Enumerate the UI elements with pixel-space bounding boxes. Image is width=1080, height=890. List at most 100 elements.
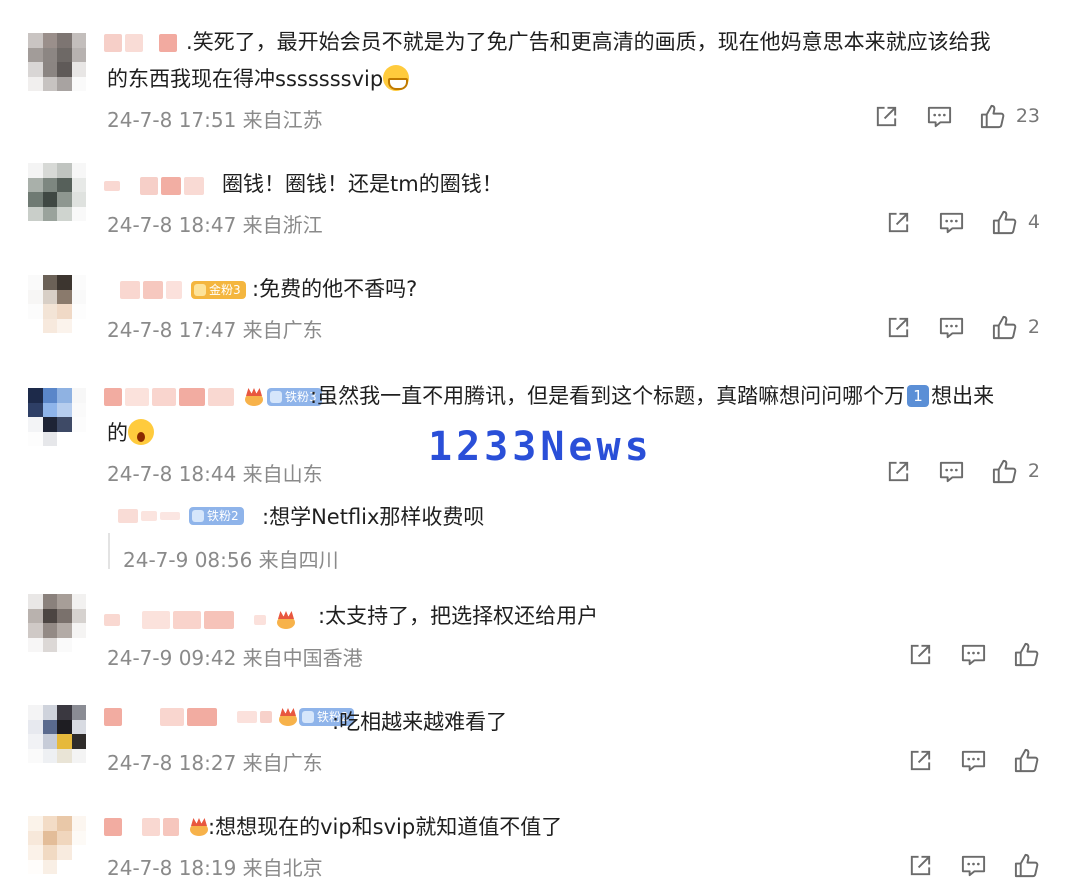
comment-meta: 24-7-8 17:51 来自江苏: [107, 108, 323, 132]
share-button[interactable]: [885, 209, 912, 236]
avatar[interactable]: [28, 163, 86, 221]
crown-icon: [188, 817, 210, 837]
grin-emoji-icon: [383, 65, 410, 91]
comment-icon: [938, 458, 965, 485]
iron-fan-icon: [192, 510, 204, 522]
username-masked[interactable]: [104, 32, 180, 54]
like-button[interactable]: [1013, 641, 1040, 668]
gold-fan-icon: [194, 284, 206, 296]
thumbs-up-icon: [991, 314, 1018, 341]
iron-fan-icon: [302, 711, 314, 723]
username-masked[interactable]: 铁粉2: [104, 706, 354, 728]
like-count: 2: [1027, 316, 1040, 338]
username-masked[interactable]: 铁粉2: [118, 505, 244, 527]
comment-actions: [881, 746, 1040, 774]
comment-icon: [938, 209, 965, 236]
crown-icon: [277, 707, 299, 727]
reply-button[interactable]: [938, 314, 965, 341]
reply-button[interactable]: [960, 641, 987, 668]
comment-text: :想想现在的vip和svip就知道值不值了: [208, 815, 563, 839]
comment-text: 圈钱！圈钱！还是tm的圈钱！: [222, 172, 503, 196]
reply-button[interactable]: [960, 852, 987, 879]
thumbs-up-icon: [979, 103, 1006, 130]
share-icon: [907, 852, 934, 879]
iron-fan-icon: [270, 391, 282, 403]
comment-icon: [960, 747, 987, 774]
avatar[interactable]: [28, 594, 86, 652]
like-button[interactable]: [1013, 747, 1040, 774]
username-masked[interactable]: [104, 609, 297, 631]
comment-meta: 24-7-8 18:19 来自北京: [107, 856, 323, 880]
share-icon: [885, 458, 912, 485]
comment-text: :免费的他不香吗?: [252, 277, 418, 301]
thumbs-up-icon: [1013, 641, 1040, 668]
comment-meta: 24-7-8 17:47 来自广东: [107, 318, 323, 342]
share-button[interactable]: [907, 852, 934, 879]
share-button[interactable]: [885, 458, 912, 485]
comment-text: :吃相越来越难看了: [332, 710, 508, 734]
thumbs-up-icon: [1013, 747, 1040, 774]
like-count: 2: [1027, 460, 1040, 482]
comment-icon: [938, 314, 965, 341]
like-button[interactable]: 2: [991, 458, 1040, 485]
reply-button[interactable]: [938, 209, 965, 236]
comment-meta: 24-7-8 18:47 来自浙江: [107, 213, 323, 237]
avatar[interactable]: [28, 33, 86, 91]
crown-icon: [275, 610, 297, 630]
avatar[interactable]: [28, 275, 86, 333]
comment-actions: 4: [859, 208, 1040, 236]
watermark-text: 1233News: [428, 424, 653, 470]
share-icon: [873, 103, 900, 130]
reply-thread-line: [108, 533, 110, 569]
reply-button[interactable]: [960, 747, 987, 774]
like-button[interactable]: 2: [991, 314, 1040, 341]
shocked-emoji-icon: [128, 419, 154, 445]
share-button[interactable]: [907, 641, 934, 668]
comment-meta: 24-7-9 09:42 来自中国香港: [107, 646, 363, 670]
comment-meta: 24-7-8 18:44 来自山东: [107, 462, 323, 486]
reply-text: :想学Netflix那样收费呗: [262, 505, 485, 529]
comment-text-line2: 的: [107, 416, 154, 451]
share-icon: [885, 209, 912, 236]
reply-button[interactable]: [926, 103, 953, 130]
share-button[interactable]: [873, 103, 900, 130]
reply-meta: 24-7-9 08:56 来自四川: [123, 548, 339, 572]
comment-meta: 24-7-8 18:27 来自广东: [107, 751, 323, 775]
avatar[interactable]: [28, 705, 86, 763]
comment-text: .笑死了，最开始会员不就是为了免广告和更高清的画质，现在他妈意思本来就应该给我: [186, 30, 991, 54]
share-icon: [907, 641, 934, 668]
comment-icon: [960, 852, 987, 879]
avatar[interactable]: [28, 388, 86, 446]
keycap-number-icon: 1: [907, 385, 930, 407]
thumbs-up-icon: [991, 209, 1018, 236]
comment-icon: [960, 641, 987, 668]
thumbs-up-icon: [1013, 852, 1040, 879]
like-button[interactable]: 23: [979, 103, 1040, 130]
like-count: 4: [1027, 211, 1040, 233]
share-button[interactable]: [907, 747, 934, 774]
comment-actions: 23: [847, 102, 1040, 130]
comment-actions: [881, 851, 1040, 879]
reply-button[interactable]: [938, 458, 965, 485]
share-icon: [885, 314, 912, 341]
crown-icon: [243, 387, 265, 407]
username-masked[interactable]: [104, 816, 210, 838]
like-button[interactable]: 4: [991, 209, 1040, 236]
username-masked[interactable]: [104, 175, 207, 197]
comment-text: :虽然我一直不用腾讯，但是看到这个标题，真踏嘛想问问哪个万 1 想出来: [310, 384, 995, 408]
comment-text-line2: 的东西我现在得冲sssssssvip: [107, 62, 410, 97]
like-button[interactable]: [1013, 852, 1040, 879]
comment-actions: 2: [859, 457, 1040, 485]
comment-actions: 2: [859, 313, 1040, 341]
avatar[interactable]: [28, 816, 86, 874]
comment-text: :太支持了，把选择权还给用户: [318, 604, 599, 628]
fan-level-badge: 铁粉2: [189, 507, 244, 525]
thumbs-up-icon: [991, 458, 1018, 485]
fan-level-badge: 金粉3: [191, 281, 246, 299]
share-icon: [907, 747, 934, 774]
share-button[interactable]: [885, 314, 912, 341]
username-masked[interactable]: 金粉3: [120, 279, 246, 301]
comment-icon: [926, 103, 953, 130]
username-masked[interactable]: 铁粉3: [104, 386, 322, 408]
like-count: 23: [1015, 105, 1040, 127]
